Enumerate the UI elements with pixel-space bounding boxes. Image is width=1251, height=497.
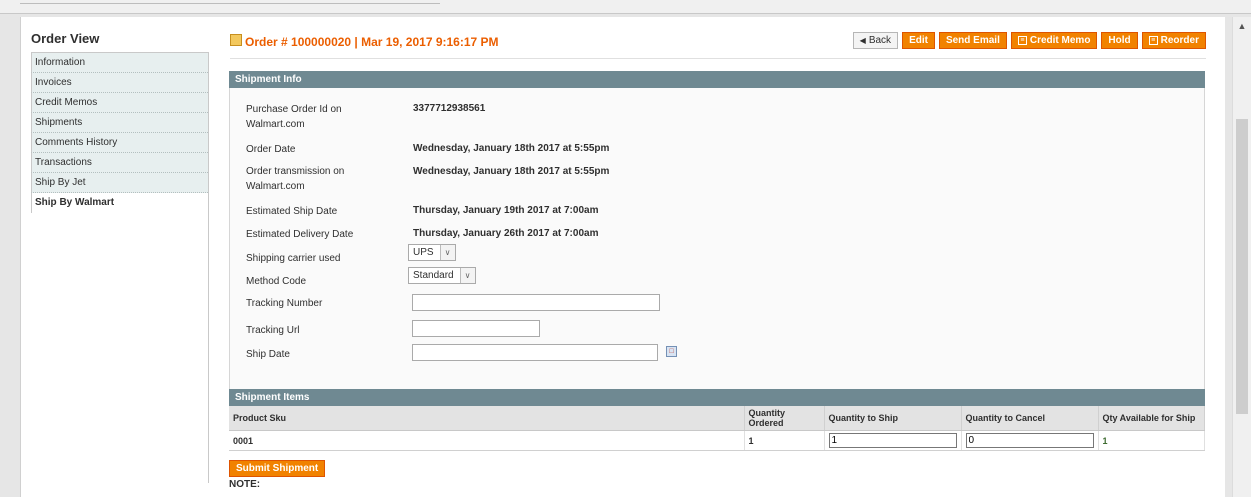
send-email-button[interactable]: Send Email [938,32,1007,49]
reorder-button[interactable]: ≡ Reorder [1141,32,1206,49]
estimated-delivery-date-value: Thursday, January 26th 2017 at 7:00am [413,228,599,239]
ship-date-label: Ship Date [246,349,290,360]
back-button-label: Back [868,35,892,46]
sidebar-item-ship-by-jet[interactable]: Ship By Jet [31,173,208,193]
calendar-icon[interactable]: □ [666,346,677,357]
order-view-sidebar: Order View Information Invoices Credit M… [31,17,209,483]
column-header-quantity-to-ship: Quantity to Ship [824,406,962,431]
credit-memo-button[interactable]: ≡ Credit Memo [1010,32,1098,49]
tracking-url-input[interactable] [412,320,540,337]
chevron-down-icon: ∨ [439,245,455,260]
sidebar-item-credit-memos[interactable]: Credit Memos [31,93,208,113]
edit-button-label: Edit [909,35,928,46]
tab-divider [20,3,440,12]
scroll-up-icon[interactable]: ▲ [1233,17,1251,35]
ship-date-input[interactable] [412,344,658,361]
send-email-button-label: Send Email [945,35,1000,46]
sidebar-item-ship-by-walmart[interactable]: Ship By Walmart [31,193,208,213]
method-code-value: Standard [413,270,454,281]
shipment-items-table: Product Sku Quantity Ordered Quantity to… [229,406,1205,451]
shipping-carrier-value: UPS [413,247,434,258]
page-scrollbar[interactable]: ▲ [1232,17,1251,497]
credit-memo-icon: ≡ [1017,36,1027,45]
sidebar-fill [31,213,209,483]
order-transmission-label: Order transmission on Walmart.com [246,166,345,192]
cell-qty-ordered: 1 [744,430,825,451]
shipment-items-heading: Shipment Items [229,389,1205,406]
column-header-quantity-to-cancel: Quantity to Cancel [961,406,1099,431]
order-date-value: Wednesday, January 18th 2017 at 5:55pm [413,143,610,154]
tracking-url-label: Tracking Url [246,325,300,336]
qty-to-cancel-input[interactable] [965,433,1094,448]
reorder-button-label: Reorder [1160,35,1199,46]
sidebar-item-transactions[interactable]: Transactions [31,153,208,173]
scrollbar-thumb[interactable] [1236,119,1248,414]
header-button-bar: ◀ Back Edit Send Email ≡ Credit Memo Hol… [852,32,1206,49]
chevron-down-icon: ∨ [459,268,475,283]
shipment-items-section: Shipment Items Product Sku Quantity Orde… [229,389,1205,451]
cell-qty-to-cancel [961,430,1099,451]
sidebar-item-shipments[interactable]: Shipments [31,113,208,133]
sidebar-item-comments-history[interactable]: Comments History [31,133,208,153]
column-header-product-sku: Product Sku [229,406,745,431]
note-label: NOTE: [229,479,261,490]
hold-button[interactable]: Hold [1101,32,1138,49]
shipment-info-section: Shipment Info Purchase Order Id on Walma… [229,71,1205,394]
tracking-number-input[interactable] [412,294,660,311]
order-date-label: Order Date [246,144,296,155]
sidebar-tabs: Information Invoices Credit Memos Shipme… [31,53,209,213]
shipping-carrier-select[interactable]: UPS ∨ [408,244,456,261]
submit-shipment-button[interactable]: Submit Shipment [229,460,326,477]
shipment-info-heading: Shipment Info [229,71,1205,88]
sidebar-item-information[interactable]: Information [31,53,208,73]
column-header-qty-available: Qty Available for Ship [1098,406,1205,431]
cell-sku: 0001 [229,430,745,451]
method-code-label: Method Code [246,276,307,287]
cell-qty-available: 1 [1098,430,1205,451]
shipping-carrier-label: Shipping carrier used [246,253,341,264]
admin-frame: Order View Information Invoices Credit M… [20,17,1225,497]
page-title: Order # 100000020 | Mar 19, 2017 9:16:17… [245,35,499,49]
estimated-ship-date-label: Estimated Ship Date [246,206,338,217]
purchase-order-label: Purchase Order Id on Walmart.com [246,104,342,130]
table-header-row: Product Sku Quantity Ordered Quantity to… [229,406,1205,431]
table-row: 0001 1 1 [229,430,1205,451]
hold-button-label: Hold [1108,35,1131,46]
order-doc-icon [230,34,242,46]
credit-memo-button-label: Credit Memo [1029,35,1091,46]
sidebar-item-invoices[interactable]: Invoices [31,73,208,93]
back-button[interactable]: ◀ Back [852,32,899,49]
method-code-select[interactable]: Standard ∨ [408,267,476,284]
sidebar-title: Order View [31,17,209,53]
back-arrow-icon: ◀ [859,36,866,45]
qty-to-ship-input[interactable] [828,433,957,448]
edit-button[interactable]: Edit [902,32,935,49]
estimated-ship-date-value: Thursday, January 19th 2017 at 7:00am [413,205,599,216]
column-header-quantity-ordered: Quantity Ordered [744,406,825,431]
estimated-delivery-date-label: Estimated Delivery Date [246,229,354,240]
cell-qty-to-ship [824,430,962,451]
purchase-order-value: 3377712938561 [413,103,486,114]
shipment-info-body: Purchase Order Id on Walmart.com 3377712… [229,88,1205,394]
reorder-icon: ≡ [1148,36,1158,45]
order-transmission-value: Wednesday, January 18th 2017 at 5:55pm [413,166,610,177]
page-header: Order # 100000020 | Mar 19, 2017 9:16:17… [230,31,1206,59]
browser-top-strip [0,0,1251,14]
tracking-number-label: Tracking Number [246,298,323,309]
